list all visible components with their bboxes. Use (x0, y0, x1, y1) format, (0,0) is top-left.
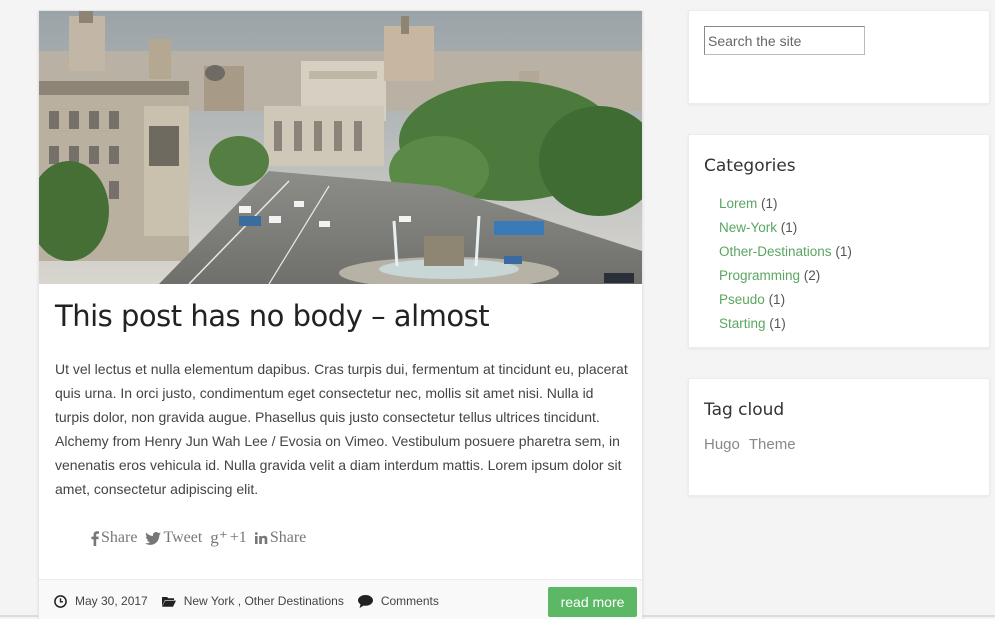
tag-link-theme[interactable]: Theme (749, 436, 796, 453)
clock-icon (54, 594, 67, 608)
category-count: (1) (761, 196, 778, 211)
search-input[interactable] (704, 26, 865, 55)
category-link-new-york[interactable]: New York (184, 594, 235, 608)
linkedin-share-button[interactable]: Share (254, 529, 307, 547)
twitter-share-label: Tweet (163, 529, 203, 546)
list-item: Pseudo (1) (719, 288, 852, 312)
tag-cloud-title: Tag cloud (704, 400, 785, 420)
category-link-new-york[interactable]: New-York (719, 220, 777, 235)
share-buttons: Share Tweet g⁺ +1 Share (91, 527, 306, 549)
list-item: Lorem (1) (719, 192, 852, 216)
list-item: Programming (2) (719, 264, 852, 288)
post-footer: May 30, 2017 New York , Other Destinatio… (39, 579, 642, 619)
read-more-button[interactable]: read more (548, 587, 637, 617)
google-plus-share-label: +1 (229, 529, 247, 546)
comments-link[interactable]: Comments (381, 594, 439, 608)
search-widget (688, 10, 990, 104)
post-card: This post has no body – almost Ut vel le… (38, 10, 643, 619)
google-plus-share-button[interactable]: g⁺ +1 (210, 528, 247, 548)
comment-icon (357, 594, 373, 608)
category-link-other-destinations[interactable]: Other Destinations (244, 594, 343, 608)
list-item: Starting (1) (719, 312, 852, 336)
category-link-other-destinations[interactable]: Other-Destinations (719, 244, 832, 259)
tag-link-hugo[interactable]: Hugo (704, 436, 740, 453)
category-link-lorem[interactable]: Lorem (719, 196, 757, 211)
post-comments[interactable]: Comments (357, 594, 439, 608)
google-plus-icon: g⁺ (210, 528, 228, 547)
category-link-starting[interactable]: Starting (719, 316, 766, 331)
category-link-pseudo[interactable]: Pseudo (719, 292, 765, 307)
post-date: May 30, 2017 (54, 594, 148, 608)
facebook-share-label: Share (101, 529, 138, 546)
post-date-text: May 30, 2017 (75, 594, 148, 608)
post-title[interactable]: This post has no body – almost (55, 294, 635, 338)
category-link-programming[interactable]: Programming (719, 268, 800, 283)
category-count: (2) (803, 268, 821, 283)
twitter-icon (145, 531, 162, 545)
categories-list: Lorem (1) New-York (1) Other-Destination… (719, 192, 852, 336)
categories-widget: Categories Lorem (1) New-York (1) Other-… (688, 134, 990, 348)
facebook-icon (91, 530, 99, 546)
post-excerpt: Ut vel lectus et nulla elementum dapibus… (55, 361, 628, 497)
folder-icon (161, 596, 176, 607)
post-categories: New York , Other Destinations (161, 594, 344, 608)
facebook-share-button[interactable]: Share (91, 529, 137, 547)
category-count: (1) (780, 220, 798, 235)
category-count: (1) (835, 244, 852, 259)
tag-cloud-widget: Tag cloud Hugo Theme (688, 378, 990, 496)
post-meta: May 30, 2017 New York , Other Destinatio… (54, 592, 453, 610)
linkedin-icon (254, 532, 268, 544)
linkedin-share-label: Share (269, 529, 307, 546)
tag-cloud: Hugo Theme (704, 436, 796, 453)
post-featured-image[interactable] (39, 11, 642, 284)
category-separator: , (234, 594, 245, 608)
category-count: (1) (769, 316, 786, 331)
list-item: New-York (1) (719, 216, 852, 240)
categories-title: Categories (704, 156, 796, 176)
category-count: (1) (768, 292, 786, 307)
list-item: Other-Destinations (1) (719, 240, 852, 264)
twitter-share-button[interactable]: Tweet (145, 529, 202, 547)
